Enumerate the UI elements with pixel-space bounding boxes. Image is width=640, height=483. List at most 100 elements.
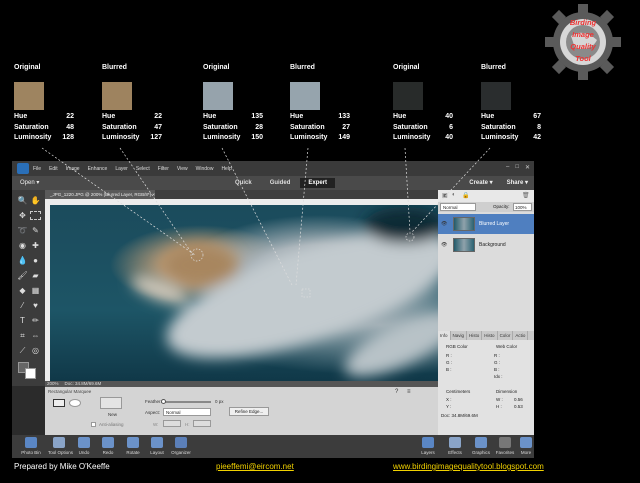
sample-title: Blurred bbox=[102, 64, 127, 71]
blend-mode-select[interactable]: Normal bbox=[440, 203, 476, 211]
layers-panel: ▣ ◐ 🔒 🗑 Normal Opacity: 100% 👁 Blurred La… bbox=[438, 190, 534, 331]
document-tab[interactable]: _JPG_1220.JPG @ 200% (Blurred Layer, RGB… bbox=[45, 190, 155, 199]
menu-item-select[interactable]: Select bbox=[136, 166, 150, 172]
move-tool-icon[interactable]: ✥ bbox=[17, 211, 28, 221]
taskbar-graphics-button[interactable]: Graphics bbox=[470, 437, 492, 455]
footer-email-link[interactable]: pieeffemi@eircom.net bbox=[216, 462, 294, 471]
zoom-tool-icon[interactable]: 🔍 bbox=[17, 196, 28, 206]
tab-expert[interactable]: Expert bbox=[300, 178, 336, 188]
lasso-tool-icon[interactable]: ➰ bbox=[17, 226, 28, 236]
rect-marquee-icon[interactable] bbox=[53, 399, 65, 407]
taskbar-label: Rotate bbox=[126, 450, 140, 455]
taskbar-more-button[interactable]: More bbox=[515, 437, 537, 455]
layer-row[interactable]: 👁 Background bbox=[438, 235, 534, 255]
taskbar-layout-button[interactable]: Layout bbox=[146, 437, 168, 455]
stat-row-hue: Hue 40 bbox=[393, 112, 453, 123]
taskbar-redo-button[interactable]: Redo bbox=[97, 437, 119, 455]
crop-tool-icon[interactable]: ⌗ bbox=[17, 331, 28, 341]
taskbar-favorites-button[interactable]: Favorites bbox=[494, 437, 516, 455]
info-tab-5[interactable]: Actio bbox=[513, 331, 529, 340]
open-button[interactable]: Open ▾ bbox=[20, 179, 39, 186]
menu-item-layer[interactable]: Layer bbox=[115, 166, 128, 172]
layer-row[interactable]: 👁 Blurred Layer bbox=[438, 214, 534, 234]
taskbar-layers-button[interactable]: Layers bbox=[417, 437, 439, 455]
logo-line-2: Image bbox=[572, 30, 594, 39]
info-tab-3[interactable]: Histo bbox=[482, 331, 498, 340]
close-icon[interactable]: ✕ bbox=[525, 164, 530, 171]
new-selection-icon[interactable] bbox=[100, 397, 122, 409]
sponge-tool-icon[interactable]: ● bbox=[30, 256, 41, 266]
share-button[interactable]: Share ▾ bbox=[507, 179, 528, 186]
marquee-tool-icon[interactable] bbox=[30, 211, 41, 220]
adjustment-layer-icon[interactable]: ◐ bbox=[452, 192, 456, 198]
menu-item-edit[interactable]: Edit bbox=[49, 166, 58, 172]
taskbar-photo-bin-button[interactable]: Photo Bin bbox=[20, 437, 42, 455]
info-tab-4[interactable]: Color bbox=[498, 331, 514, 340]
menu-item-help[interactable]: Help bbox=[221, 166, 231, 172]
rgb-color-label: RGB Color bbox=[446, 344, 468, 349]
straighten-tool-icon[interactable]: ⟋ bbox=[17, 346, 28, 356]
hand-tool-icon[interactable]: ✋ bbox=[30, 196, 41, 206]
info-tab-2[interactable]: Histo bbox=[467, 331, 483, 340]
magic-wand-icon[interactable]: ✎ bbox=[30, 226, 41, 236]
info-tab-0[interactable]: Info bbox=[438, 331, 451, 340]
menu-item-window[interactable]: Window bbox=[196, 166, 214, 172]
minimize-icon[interactable]: – bbox=[506, 164, 509, 171]
stat-value: 150 bbox=[251, 134, 263, 141]
footer-website-link[interactable]: www.birdingimagequalitytool.blogspot.com bbox=[393, 462, 544, 471]
aspect-select[interactable]: Normal bbox=[163, 408, 211, 416]
width-field[interactable] bbox=[163, 420, 181, 427]
w-value: 0.56 bbox=[514, 397, 523, 402]
feather-slider-handle[interactable] bbox=[161, 399, 166, 404]
eye-tool-icon[interactable]: ◉ bbox=[17, 241, 28, 251]
menu-item-enhance[interactable]: Enhance bbox=[88, 166, 108, 172]
taskbar-undo-button[interactable]: Undo bbox=[73, 437, 95, 455]
create-button[interactable]: Create ▾ bbox=[469, 179, 492, 186]
menu-item-image[interactable]: Image bbox=[66, 166, 80, 172]
eraser-tool-icon[interactable]: ▰ bbox=[30, 271, 41, 281]
background-color-swatch[interactable] bbox=[25, 368, 36, 379]
menu-item-view[interactable]: View bbox=[177, 166, 188, 172]
eyedropper-icon[interactable]: ⁄ bbox=[17, 301, 28, 311]
taskbar-organizer-button[interactable]: Organizer bbox=[170, 437, 192, 455]
paint-bucket-icon[interactable]: ◆ bbox=[17, 286, 28, 296]
tab-guided[interactable]: Guided bbox=[262, 178, 299, 188]
new-layer-icon[interactable]: ▣ bbox=[442, 192, 448, 199]
visibility-eye-icon[interactable]: 👁 bbox=[441, 221, 447, 227]
spot-healing-icon[interactable]: ✚ bbox=[30, 241, 41, 251]
anti-alias-checkbox[interactable] bbox=[91, 422, 96, 427]
taskbar-effects-button[interactable]: Effects bbox=[444, 437, 466, 455]
refine-edge-button[interactable]: Refine Edge... bbox=[229, 407, 269, 416]
gradient-tool-icon[interactable]: ▦ bbox=[30, 286, 41, 296]
trash-icon[interactable]: 🗑 bbox=[522, 192, 530, 199]
recompose-tool-icon[interactable]: ⇔ bbox=[30, 331, 41, 341]
visibility-eye-icon[interactable]: 👁 bbox=[441, 242, 447, 248]
stat-row-saturation: Saturation 27 bbox=[290, 123, 350, 134]
height-field[interactable] bbox=[193, 420, 211, 427]
lock-icon[interactable]: 🔒 bbox=[462, 192, 469, 199]
blur-tool-icon[interactable]: 💧 bbox=[17, 256, 28, 266]
image-canvas[interactable] bbox=[50, 205, 438, 381]
feather-slider[interactable] bbox=[163, 401, 211, 403]
opacity-field[interactable]: 100% bbox=[513, 203, 532, 211]
menu-bar: File Edit Image Enhance Layer Select Filter Vie… bbox=[12, 161, 534, 176]
maximize-icon[interactable]: □ bbox=[515, 164, 519, 171]
red-eye-tool-icon[interactable]: ◎ bbox=[30, 346, 41, 356]
stat-row-hue: Hue 67 bbox=[481, 112, 541, 123]
menu-item-filter[interactable]: Filter bbox=[158, 166, 169, 172]
tab-quick[interactable]: Quick bbox=[227, 178, 260, 188]
info-tab-1[interactable]: Navig bbox=[451, 331, 468, 340]
menu-item-file[interactable]: File bbox=[33, 166, 41, 172]
custom-shape-icon[interactable]: ♥ bbox=[30, 301, 41, 311]
options-menu-icon[interactable]: ≡ bbox=[407, 389, 411, 395]
stat-row-saturation: Saturation 6 bbox=[393, 123, 453, 134]
taskbar-tool-options-button[interactable]: Tool Options bbox=[48, 437, 73, 455]
stat-label: Saturation bbox=[14, 123, 49, 131]
type-tool-icon[interactable]: T bbox=[17, 316, 28, 326]
taskbar-rotate-button[interactable]: Rotate bbox=[122, 437, 144, 455]
ellipse-marquee-icon[interactable] bbox=[69, 399, 81, 407]
pencil-tool-icon[interactable]: ✏ bbox=[30, 316, 41, 326]
help-icon[interactable]: ? bbox=[395, 389, 398, 395]
brush-tool-icon[interactable]: 🖌 bbox=[17, 271, 28, 281]
web-g-label: G : bbox=[494, 360, 501, 365]
